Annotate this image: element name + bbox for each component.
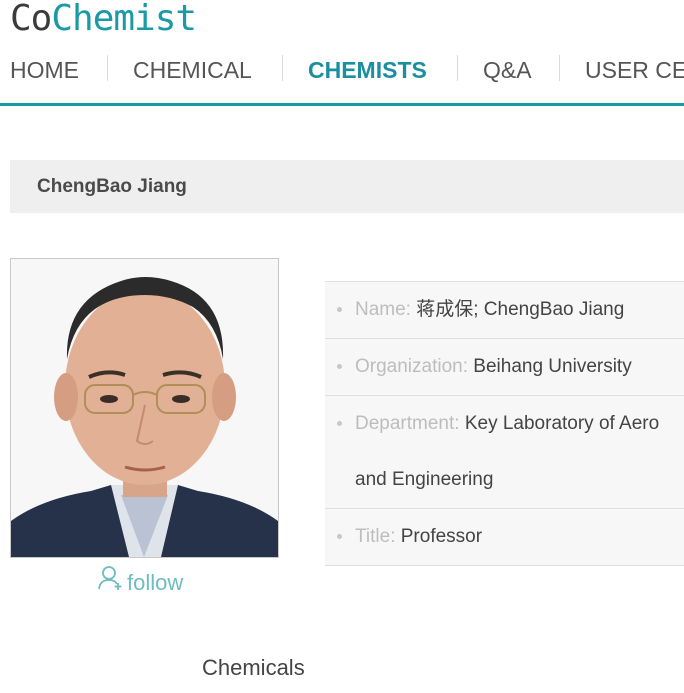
department-value-line2: and Engineering	[355, 469, 494, 490]
department-value-line1: Key Laboratory of Aero	[464, 413, 660, 434]
cochemist-logo[interactable]: CoChemist	[10, 0, 197, 39]
nav-user-center[interactable]: USER CE	[585, 56, 684, 84]
logo-part-co: Co	[10, 0, 52, 39]
follow-button[interactable]: follow	[97, 565, 184, 599]
title-label: Title:	[355, 526, 396, 547]
bullet-dot	[337, 534, 342, 539]
chemist-info-list: Name: 蒋成保; ChengBao Jiang Organization: …	[325, 281, 684, 566]
info-row-organization: Organization: Beihang University	[325, 339, 684, 396]
bullet-dot	[337, 307, 342, 312]
nav-separator	[282, 55, 283, 81]
nav-underline	[0, 103, 684, 106]
nav-separator	[457, 55, 458, 81]
nav-separator	[559, 55, 560, 81]
user-add-icon	[97, 565, 123, 599]
info-row-title: Title: Professor	[325, 509, 684, 566]
main-nav: HOME CHEMICAL CHEMISTS Q&A USER CE	[0, 48, 684, 104]
logo-part-chemist: Chemist	[51, 0, 197, 39]
nav-chemical[interactable]: CHEMICAL	[133, 56, 252, 84]
title-value: Professor	[400, 526, 483, 547]
name-value: 蒋成保; ChengBao Jiang	[416, 299, 625, 320]
nav-home[interactable]: HOME	[10, 56, 79, 84]
chemist-photo	[10, 258, 279, 558]
nav-separator	[107, 55, 108, 81]
organization-value: Beihang University	[473, 356, 632, 377]
follow-label: follow	[127, 569, 184, 595]
nav-chemists[interactable]: CHEMISTS	[308, 56, 427, 84]
department-line1: Department: Key Laboratory of Aero	[355, 396, 684, 452]
page: CoChemist HOME CHEMICAL CHEMISTS Q&A USE…	[0, 0, 684, 693]
chemist-name-bar: ChengBao Jiang	[10, 160, 684, 213]
info-row-department: Department: Key Laboratory of Aero and E…	[325, 396, 684, 509]
bullet-dot	[337, 421, 342, 426]
info-row-name: Name: 蒋成保; ChengBao Jiang	[325, 282, 684, 339]
chemicals-section-heading: Chemicals	[202, 655, 305, 680]
chemist-name: ChengBao Jiang	[37, 176, 187, 197]
nav-qa[interactable]: Q&A	[483, 56, 532, 84]
bullet-dot	[337, 364, 342, 369]
name-label: Name:	[355, 299, 411, 320]
organization-label: Organization:	[355, 356, 469, 377]
department-label: Department:	[355, 413, 460, 434]
